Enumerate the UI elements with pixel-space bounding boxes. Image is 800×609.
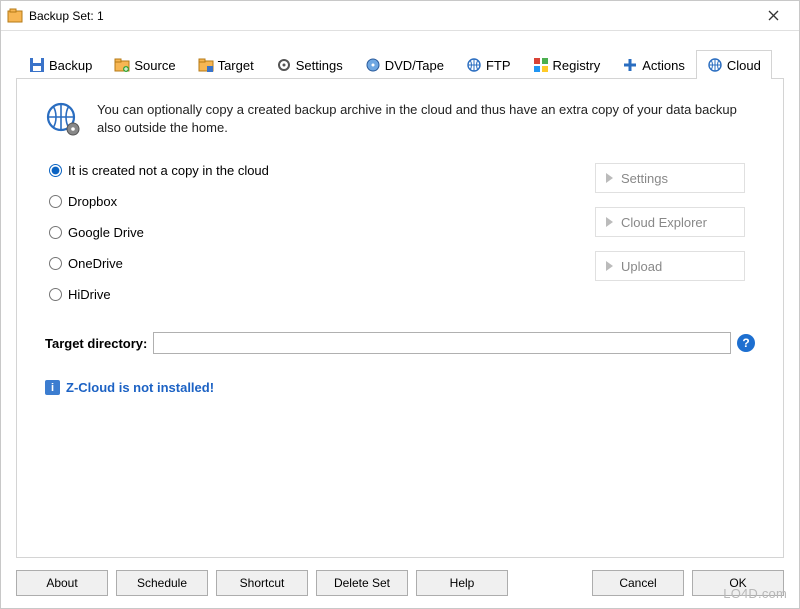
tab-bar: Backup Source Target Settings DVD/Tape F…: [16, 49, 784, 78]
tab-actions[interactable]: Actions: [611, 50, 696, 79]
play-icon: [606, 173, 613, 183]
info-icon: i: [45, 380, 60, 395]
tab-label: DVD/Tape: [385, 58, 444, 73]
radio-dropbox[interactable]: Dropbox: [49, 194, 269, 209]
radio-label: HiDrive: [68, 287, 111, 302]
button-label: Settings: [621, 171, 668, 186]
button-label: Cloud Explorer: [621, 215, 707, 230]
tab-dvd-tape[interactable]: DVD/Tape: [354, 50, 455, 79]
tab-label: Source: [134, 58, 175, 73]
radio-label: OneDrive: [68, 256, 123, 271]
help-button[interactable]: Help: [416, 570, 508, 596]
tab-backup[interactable]: Backup: [18, 50, 103, 79]
shortcut-button[interactable]: Shortcut: [216, 570, 308, 596]
target-directory-input[interactable]: [153, 332, 731, 354]
intro-block: You can optionally copy a created backup…: [45, 101, 755, 137]
schedule-button[interactable]: Schedule: [116, 570, 208, 596]
cancel-button[interactable]: Cancel: [592, 570, 684, 596]
delete-set-button[interactable]: Delete Set: [316, 570, 408, 596]
options-row: It is created not a copy in the cloud Dr…: [45, 163, 755, 302]
tab-label: Cloud: [727, 58, 761, 73]
content-area: Backup Source Target Settings DVD/Tape F…: [1, 31, 799, 608]
tab-ftp[interactable]: FTP: [455, 50, 522, 79]
help-icon[interactable]: ?: [737, 334, 755, 352]
target-directory-label: Target directory:: [45, 336, 147, 351]
folder-plus-icon: [114, 57, 130, 73]
registry-icon: [533, 57, 549, 73]
radio-label: It is created not a copy in the cloud: [68, 163, 269, 178]
app-icon: [7, 8, 23, 24]
tab-registry[interactable]: Registry: [522, 50, 612, 79]
watermark: LO4D.com: [723, 586, 787, 601]
radio-input[interactable]: [49, 195, 62, 208]
tab-label: Settings: [296, 58, 343, 73]
warning-text: Z-Cloud is not installed!: [66, 380, 214, 395]
radio-input[interactable]: [49, 164, 62, 177]
tab-panel-cloud: You can optionally copy a created backup…: [16, 78, 784, 558]
upload-button[interactable]: Upload: [595, 251, 745, 281]
button-label: Upload: [621, 259, 662, 274]
radio-label: Google Drive: [68, 225, 144, 240]
radio-hidrive[interactable]: HiDrive: [49, 287, 269, 302]
folder-save-icon: [198, 57, 214, 73]
radio-google-drive[interactable]: Google Drive: [49, 225, 269, 240]
radio-label: Dropbox: [68, 194, 117, 209]
radio-input[interactable]: [49, 226, 62, 239]
tab-label: Backup: [49, 58, 92, 73]
warning-row: i Z-Cloud is not installed!: [45, 380, 755, 395]
side-button-group: Settings Cloud Explorer Upload: [595, 163, 745, 302]
radio-input[interactable]: [49, 257, 62, 270]
bottom-button-bar: About Schedule Shortcut Delete Set Help …: [16, 558, 784, 602]
tab-label: Target: [218, 58, 254, 73]
settings-button[interactable]: Settings: [595, 163, 745, 193]
play-icon: [606, 261, 613, 271]
window-frame: Backup Set: 1 Backup Source Target Setti…: [0, 0, 800, 609]
radio-onedrive[interactable]: OneDrive: [49, 256, 269, 271]
titlebar: Backup Set: 1: [1, 1, 799, 31]
globe-gear-icon: [45, 101, 81, 137]
globe-icon: [466, 57, 482, 73]
tab-label: Registry: [553, 58, 601, 73]
radio-no-copy[interactable]: It is created not a copy in the cloud: [49, 163, 269, 178]
close-button[interactable]: [753, 2, 793, 30]
tab-label: Actions: [642, 58, 685, 73]
tab-cloud[interactable]: Cloud: [696, 50, 772, 79]
about-button[interactable]: About: [16, 570, 108, 596]
tab-target[interactable]: Target: [187, 50, 265, 79]
tab-settings[interactable]: Settings: [265, 50, 354, 79]
spacer: [516, 570, 584, 596]
window-title: Backup Set: 1: [29, 9, 753, 23]
floppy-icon: [29, 57, 45, 73]
tab-label: FTP: [486, 58, 511, 73]
play-icon: [606, 217, 613, 227]
globe-icon: [707, 57, 723, 73]
cloud-explorer-button[interactable]: Cloud Explorer: [595, 207, 745, 237]
disc-icon: [365, 57, 381, 73]
tab-source[interactable]: Source: [103, 50, 186, 79]
gear-icon: [276, 57, 292, 73]
target-directory-row: Target directory: ?: [45, 332, 755, 354]
radio-input[interactable]: [49, 288, 62, 301]
plus-icon: [622, 57, 638, 73]
cloud-radio-group: It is created not a copy in the cloud Dr…: [49, 163, 269, 302]
intro-message: You can optionally copy a created backup…: [97, 101, 737, 137]
